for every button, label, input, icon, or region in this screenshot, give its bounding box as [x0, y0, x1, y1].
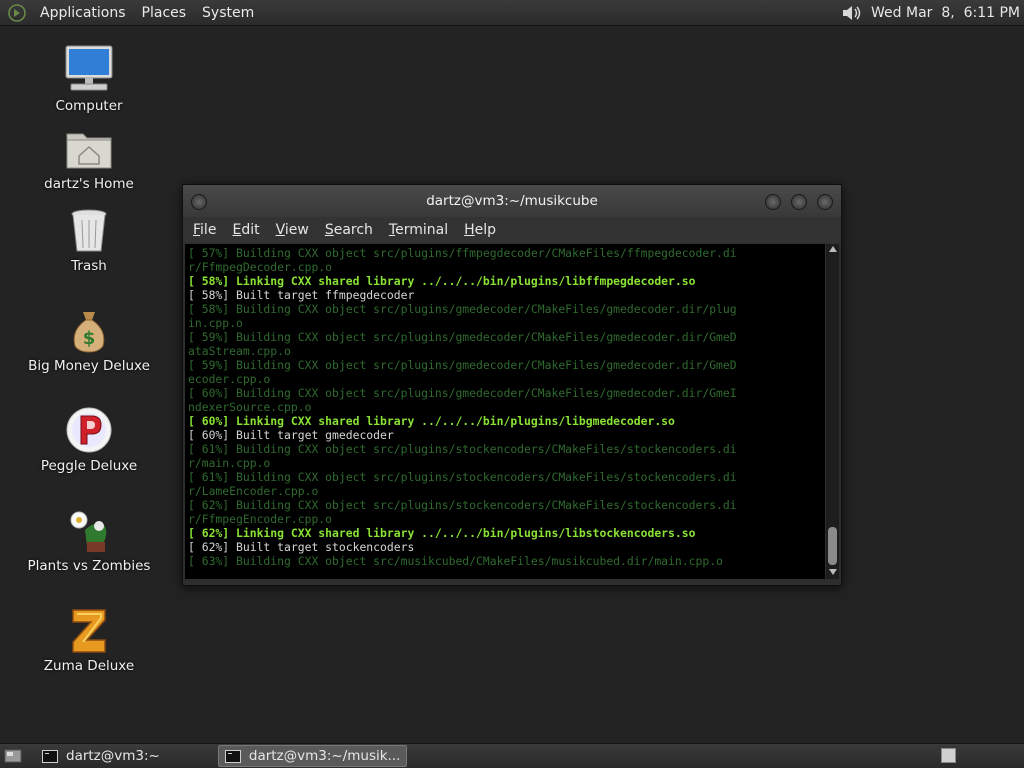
gnome-foot-icon[interactable] [8, 3, 26, 22]
terminal-line: ataStream.cpp.o [188, 344, 291, 358]
terminal-line: [ 58%] Linking CXX shared library ../../… [188, 274, 696, 288]
menu-help[interactable]: Help [456, 222, 504, 238]
menu-file[interactable]: File [185, 222, 224, 238]
bottom-panel: dartz@vm3:~ dartz@vm3:~/musik... [0, 743, 1024, 768]
menu-search[interactable]: Search [317, 222, 381, 238]
terminal-line: [ 61%] Building CXX object src/plugins/s… [188, 442, 737, 456]
svg-text:$: $ [83, 328, 96, 349]
desktop-zuma[interactable]: Zuma Deluxe [24, 606, 154, 674]
workspace-switcher[interactable] [941, 748, 956, 763]
scroll-up-arrow-icon[interactable] [829, 246, 837, 252]
terminal-line: ecoder.cpp.o [188, 372, 271, 386]
terminal-line: [ 59%] Building CXX object src/plugins/g… [188, 358, 737, 372]
volume-speaker-icon[interactable] [841, 3, 863, 23]
terminal-line: r/FfmpegDecoder.cpp.o [188, 260, 333, 274]
terminal-output[interactable]: [ 57%] Building CXX object src/plugins/f… [185, 244, 825, 579]
desktop-icon-label: Plants vs Zombies [27, 558, 151, 574]
terminal-line: ndexerSource.cpp.o [188, 400, 312, 414]
desktop-icon-label: Trash [71, 258, 107, 274]
trash-icon [71, 209, 107, 252]
window-title: dartz@vm3:~/musikcube [426, 193, 598, 209]
terminal-window[interactable]: dartz@vm3:~/musikcube File Edit View Sea… [182, 184, 842, 586]
terminal-line: [ 58%] Built target ffmpegdecoder [188, 288, 415, 302]
terminal-menubar: File Edit View Search Terminal Help [183, 217, 841, 243]
menu-places[interactable]: Places [134, 5, 195, 21]
money-bag-icon: $ [73, 312, 105, 353]
desktop-home[interactable]: dartz's Home [24, 128, 154, 192]
terminal-line: [ 58%] Building CXX object src/plugins/g… [188, 302, 737, 316]
taskbar-item-label: dartz@vm3:~/musik... [248, 748, 401, 764]
terminal-line: [ 57%] Building CXX object src/plugins/f… [188, 246, 737, 260]
window-menu-button[interactable] [191, 194, 207, 210]
show-desktop-icon[interactable] [4, 748, 22, 764]
terminal-line: [ 60%] Linking CXX shared library ../../… [188, 414, 675, 428]
peggle-icon [66, 407, 112, 453]
terminal-icon [42, 749, 58, 763]
terminal-line: [ 61%] Building CXX object src/plugins/s… [188, 470, 737, 484]
menu-terminal[interactable]: Terminal [381, 222, 456, 238]
desktop-big-money[interactable]: $ Big Money Deluxe [24, 308, 154, 374]
terminal-line: [ 62%] Built target stockencoders [188, 540, 415, 554]
scroll-down-arrow-icon[interactable] [829, 569, 837, 575]
panel-tray: Wed Mar 8, 6:11 PM [841, 0, 1020, 25]
terminal-line: r/main.cpp.o [188, 456, 271, 470]
desktop-icon-label: dartz's Home [44, 176, 134, 192]
terminal-line: [ 60%] Built target gmedecoder [188, 428, 394, 442]
terminal-line: r/FfmpegEncoder.cpp.o [188, 512, 333, 526]
menu-view[interactable]: View [268, 222, 317, 238]
window-titlebar[interactable]: dartz@vm3:~/musikcube [183, 185, 841, 217]
terminal-line: [ 63%] Building CXX object src/musikcube… [188, 554, 723, 568]
zuma-icon [72, 609, 106, 653]
menu-edit[interactable]: Edit [224, 222, 267, 238]
desktop-computer[interactable]: Computer [24, 44, 154, 114]
home-folder-icon [66, 133, 112, 169]
maximize-button[interactable] [791, 194, 807, 210]
desktop-icon-label: Computer [55, 98, 123, 114]
menu-applications[interactable]: Applications [32, 5, 134, 21]
taskbar-item-terminal-musikcube[interactable]: dartz@vm3:~/musik... [217, 745, 408, 767]
terminal-line: in.cpp.o [188, 316, 243, 330]
taskbar-item-terminal-home[interactable]: dartz@vm3:~ [36, 746, 166, 766]
clock[interactable]: Wed Mar 8, 6:11 PM [871, 5, 1020, 21]
terminal-line: [ 62%] Building CXX object src/plugins/s… [188, 498, 737, 512]
close-button[interactable] [817, 194, 833, 210]
top-panel: Applications Places System Wed Mar 8, 6:… [0, 0, 1024, 26]
desktop-plants-vs-zombies[interactable]: Plants vs Zombies [24, 506, 154, 574]
terminal-line: r/LameEncoder.cpp.o [188, 484, 319, 498]
terminal-line: [ 59%] Building CXX object src/plugins/g… [188, 330, 737, 344]
terminal-icon [224, 749, 241, 763]
minimize-button[interactable] [765, 194, 781, 210]
terminal-line: [ 60%] Building CXX object src/plugins/g… [188, 386, 737, 400]
desktop-icon-label: Big Money Deluxe [28, 358, 150, 374]
terminal-scrollbar[interactable] [826, 244, 839, 579]
computer-icon [65, 45, 113, 91]
scrollbar-thumb[interactable] [828, 527, 837, 565]
taskbar-item-label: dartz@vm3:~ [66, 748, 160, 764]
terminal-line: [ 62%] Linking CXX shared library ../../… [188, 526, 696, 540]
menu-system[interactable]: System [194, 5, 262, 21]
desktop-icon-label: Zuma Deluxe [43, 658, 135, 674]
desktop-peggle[interactable]: Peggle Deluxe [24, 406, 154, 474]
desktop-icon-label: Peggle Deluxe [40, 458, 138, 474]
plants-vs-zombies-icon [70, 511, 107, 552]
desktop-trash[interactable]: Trash [24, 208, 154, 274]
